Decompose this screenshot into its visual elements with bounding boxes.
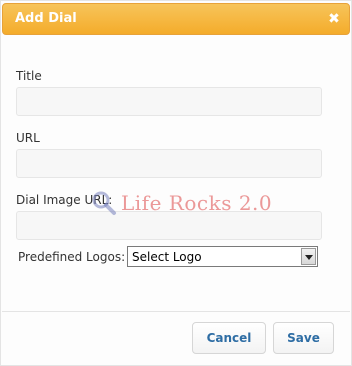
url-label: URL bbox=[16, 131, 40, 145]
cancel-button[interactable]: Cancel bbox=[192, 322, 266, 354]
predefined-logos-label: Predefined Logos: bbox=[18, 250, 126, 264]
save-button[interactable]: Save bbox=[273, 322, 334, 354]
dialog-titlebar[interactable]: Add Dial ✖ bbox=[2, 3, 350, 35]
chevron-down-icon[interactable] bbox=[301, 248, 316, 265]
predefined-logos-select[interactable]: Select Logo bbox=[127, 246, 318, 267]
close-icon[interactable]: ✖ bbox=[325, 10, 343, 28]
title-label: Title bbox=[16, 69, 42, 83]
predefined-logos-selected-value: Select Logo bbox=[132, 250, 202, 264]
dial-image-url-label: Dial Image URL: bbox=[16, 193, 113, 207]
footer-divider bbox=[2, 311, 350, 312]
add-dial-dialog: Add Dial ✖ Title URL Dial Image URL: Lif… bbox=[0, 0, 352, 366]
dialog-title: Add Dial bbox=[15, 11, 77, 26]
url-input[interactable] bbox=[16, 149, 322, 178]
title-input[interactable] bbox=[16, 87, 322, 116]
dial-image-url-input[interactable] bbox=[16, 211, 322, 240]
